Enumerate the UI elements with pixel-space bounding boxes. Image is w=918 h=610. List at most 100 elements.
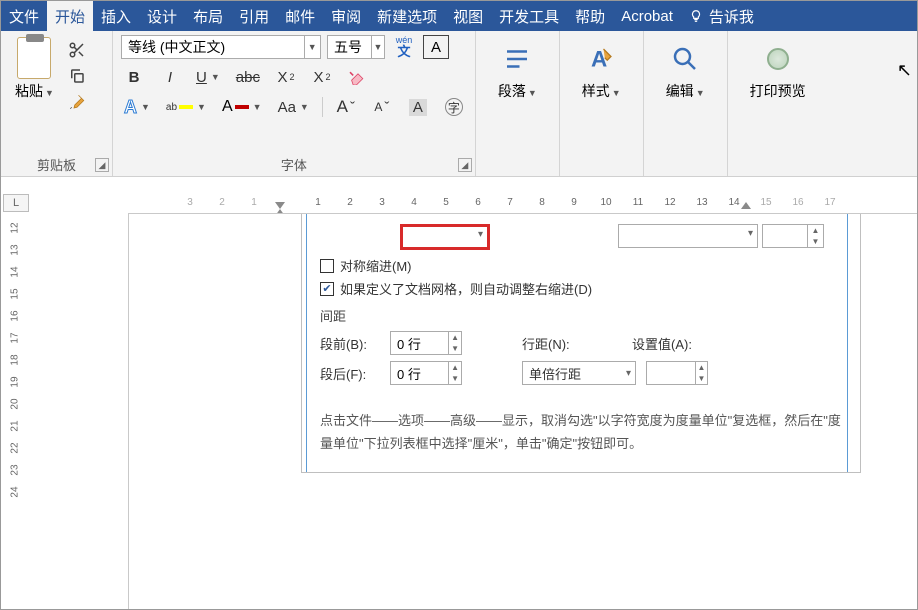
- highlight-button[interactable]: ab▼: [163, 95, 209, 119]
- char-border-button[interactable]: A: [423, 35, 449, 59]
- print-preview-button[interactable]: 打印预览: [736, 35, 820, 107]
- document-area: L 12131415161718192021222324 32112345678…: [1, 177, 917, 609]
- group-editing: 编辑▼: [644, 31, 728, 176]
- special-indent-combo[interactable]: [400, 224, 490, 250]
- subscript-button[interactable]: X2: [273, 65, 299, 89]
- tab-layout[interactable]: 布局: [185, 1, 231, 31]
- font-name-combo[interactable]: ▼: [121, 35, 321, 59]
- tab-mailings[interactable]: 邮件: [277, 1, 323, 31]
- strikethrough-button[interactable]: abc: [233, 65, 263, 89]
- spin-up-icon[interactable]: ▲: [449, 362, 461, 373]
- tab-home[interactable]: 开始: [47, 1, 93, 31]
- font-size-combo[interactable]: ▼: [327, 35, 385, 59]
- clipboard-icon: [17, 37, 51, 79]
- group-paragraph: 段落▼: [476, 31, 560, 176]
- tab-insert[interactable]: 插入: [93, 1, 139, 31]
- editing-button[interactable]: 编辑▼: [652, 35, 719, 107]
- phonetic-guide-button[interactable]: wén文: [391, 35, 417, 59]
- paragraph-icon: [499, 41, 535, 77]
- tell-me-label: 告诉我: [709, 6, 754, 27]
- mirror-indent-checkbox[interactable]: 对称缩进(M): [320, 256, 842, 275]
- underline-button[interactable]: U▼: [193, 65, 223, 89]
- spin-up-icon[interactable]: ▲: [696, 362, 707, 373]
- ribbon-tabs: 文件 开始 插入 设计 布局 引用 邮件 审阅 新建选项 视图 开发工具 帮助 …: [1, 1, 917, 31]
- styles-button[interactable]: A 样式▼: [568, 35, 635, 107]
- spacing-section-label: 间距: [320, 306, 842, 325]
- enclose-char-button[interactable]: 字: [441, 95, 467, 119]
- spin-down-icon[interactable]: ▼: [449, 343, 461, 354]
- paragraph-button[interactable]: 段落▼: [484, 35, 551, 107]
- cut-button[interactable]: [66, 41, 88, 59]
- auto-adjust-checkbox[interactable]: ✔如果定义了文档网格，则自动调整右缩进(D): [320, 279, 842, 298]
- right-indent-marker[interactable]: [741, 202, 751, 209]
- change-case-button[interactable]: Aa▼: [275, 95, 312, 119]
- spin-up-icon[interactable]: ▲: [449, 332, 461, 343]
- circle-icon: [760, 41, 796, 77]
- tab-newtab[interactable]: 新建选项: [369, 1, 445, 31]
- paste-button[interactable]: 粘贴▼: [9, 35, 60, 103]
- font-size-input[interactable]: [328, 36, 371, 58]
- ribbon: 粘贴▼ 剪贴板 ◢ ▼ ▼ wén文 A B I: [1, 31, 917, 177]
- spin-partial[interactable]: ▲▼: [762, 224, 824, 248]
- group-font: ▼ ▼ wén文 A B I U▼ abc X2 X2 A▼ ab▼ A▼ Aa…: [113, 31, 476, 176]
- space-after-label: 段后(F):: [320, 364, 380, 383]
- space-after-spinner[interactable]: ▲▼: [390, 361, 462, 385]
- shrink-font-button[interactable]: Aˇ: [369, 95, 395, 119]
- font-dialog-launcher[interactable]: ◢: [458, 158, 472, 172]
- font-color-button[interactable]: A▼: [219, 95, 265, 119]
- search-icon: [667, 41, 703, 77]
- guide-line: [847, 214, 848, 472]
- tab-help[interactable]: 帮助: [567, 1, 613, 31]
- chevron-down-icon[interactable]: ▼: [371, 36, 384, 58]
- bold-button[interactable]: B: [121, 65, 147, 89]
- tab-design[interactable]: 设计: [139, 1, 185, 31]
- italic-button[interactable]: I: [157, 65, 183, 89]
- tab-acrobat[interactable]: Acrobat: [613, 1, 681, 31]
- paragraph-dialog: ▲▼ 对称缩进(M) ✔如果定义了文档网格，则自动调整右缩进(D) 间距 段前(…: [301, 214, 861, 473]
- text-effects-button[interactable]: A▼: [121, 95, 153, 119]
- ruler-corner[interactable]: L: [3, 194, 29, 212]
- space-before-spinner[interactable]: ▲▼: [390, 331, 462, 355]
- tab-review[interactable]: 审阅: [323, 1, 369, 31]
- font-name-input[interactable]: [122, 36, 304, 58]
- group-styles: A 样式▼: [560, 31, 644, 176]
- line-spacing-select[interactable]: 单倍行距: [522, 361, 636, 385]
- checkbox-icon: ✔: [320, 282, 334, 296]
- group-clipboard: 粘贴▼ 剪贴板 ◢: [1, 31, 113, 176]
- lightbulb-icon: [689, 9, 703, 23]
- cursor-icon: ↖: [897, 60, 912, 81]
- combo-partial[interactable]: [618, 224, 758, 248]
- tab-references[interactable]: 引用: [231, 1, 277, 31]
- copy-icon: [68, 67, 86, 85]
- spin-down-icon[interactable]: ▼: [449, 373, 461, 384]
- tell-me[interactable]: 告诉我: [681, 1, 762, 31]
- copy-button[interactable]: [66, 67, 88, 85]
- scissors-icon: [68, 41, 86, 59]
- chevron-down-icon: ▼: [45, 88, 54, 98]
- tab-view[interactable]: 视图: [445, 1, 491, 31]
- page: ▲▼ 对称缩进(M) ✔如果定义了文档网格，则自动调整右缩进(D) 间距 段前(…: [128, 213, 917, 609]
- group-title-clipboard: 剪贴板: [9, 153, 104, 176]
- char-shading-button[interactable]: A: [405, 95, 431, 119]
- eraser-icon: [348, 69, 368, 85]
- tab-file[interactable]: 文件: [1, 1, 47, 31]
- styles-icon: A: [583, 41, 619, 77]
- line-spacing-label: 行距(N):: [522, 334, 582, 353]
- space-before-label: 段前(B):: [320, 334, 380, 353]
- spin-down-icon[interactable]: ▼: [696, 373, 707, 384]
- grow-font-button[interactable]: Aˇ: [333, 95, 359, 119]
- superscript-button[interactable]: X2: [309, 65, 335, 89]
- clipboard-dialog-launcher[interactable]: ◢: [95, 158, 109, 172]
- checkbox-icon: [320, 259, 334, 273]
- horizontal-ruler[interactable]: 3211234567891011121314151617: [28, 193, 917, 211]
- group-printpreview: 打印预览: [728, 31, 828, 176]
- clear-format-button[interactable]: [345, 65, 371, 89]
- vertical-ruler[interactable]: 12131415161718192021222324: [4, 177, 28, 609]
- format-painter-button[interactable]: [66, 93, 88, 111]
- brush-icon: [68, 93, 86, 111]
- chevron-down-icon[interactable]: ▼: [304, 36, 321, 58]
- tab-developer[interactable]: 开发工具: [491, 1, 567, 31]
- group-title-font: 字体: [121, 153, 467, 176]
- set-value-spinner[interactable]: ▲▼: [646, 361, 708, 385]
- guide-line: [306, 214, 307, 472]
